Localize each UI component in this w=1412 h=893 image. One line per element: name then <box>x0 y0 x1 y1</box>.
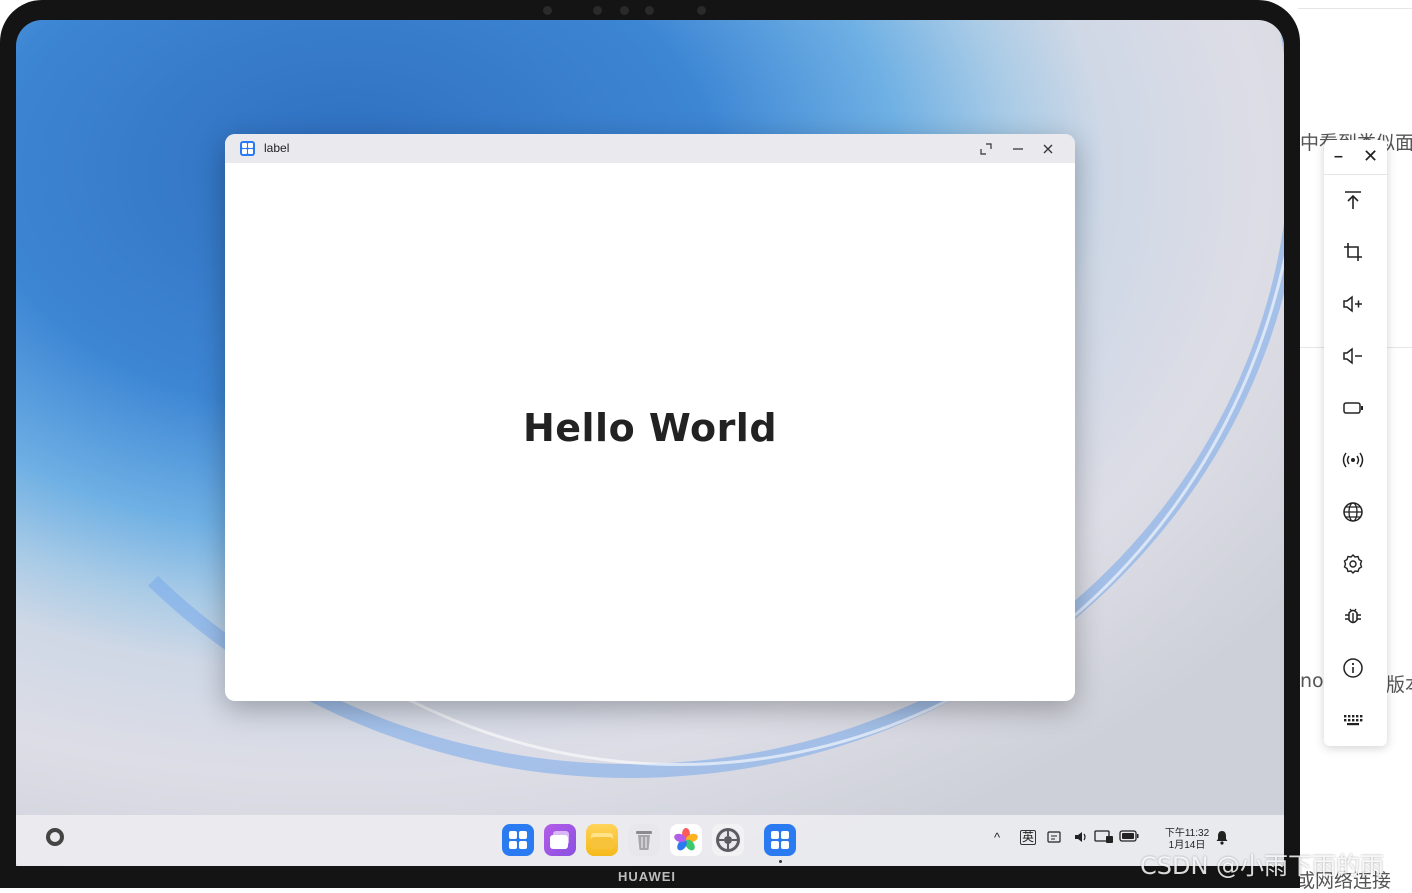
debug-bug-icon[interactable] <box>1340 603 1366 629</box>
window-titlebar[interactable]: label <box>225 134 1075 163</box>
settings-gear-icon[interactable] <box>712 824 744 856</box>
clock-time: 下午11:32 <box>1164 828 1210 839</box>
app-window[interactable]: label Hello World <box>225 134 1075 701</box>
info-icon[interactable] <box>1340 655 1366 681</box>
device-brand-logo: HUAWEI <box>618 869 676 884</box>
volume-down-icon[interactable] <box>1340 343 1366 369</box>
restore-icon <box>980 143 992 155</box>
taskbar: ^ 英 下午11:32 1月14日 <box>16 815 1284 866</box>
clipboard-icon[interactable] <box>1046 830 1062 847</box>
running-indicator <box>779 860 782 863</box>
app-center-icon[interactable] <box>502 824 534 856</box>
go-to-top-icon[interactable] <box>1340 187 1366 213</box>
input-method-indicator[interactable]: 英 <box>1020 830 1037 845</box>
recycle-bin-icon[interactable] <box>628 824 660 856</box>
toolbar-minimize-button[interactable]: – <box>1334 148 1343 166</box>
globe-icon[interactable] <box>1340 499 1366 525</box>
toolbar-close-button[interactable]: ✕ <box>1363 146 1378 167</box>
tray-expand-chevron[interactable]: ^ <box>994 830 1000 845</box>
display-network-icon[interactable] <box>1094 830 1114 847</box>
battery-icon[interactable] <box>1119 830 1139 845</box>
app-grid-icon <box>240 141 255 156</box>
minimize-button[interactable] <box>1007 138 1029 160</box>
sensor-dot <box>620 6 629 15</box>
running-app-icon[interactable] <box>764 824 796 856</box>
hello-label: Hello World <box>522 406 778 450</box>
files-icon[interactable] <box>586 824 618 856</box>
emulator-toolbar: – ✕ <box>1324 140 1387 746</box>
sensor-dot <box>593 6 602 15</box>
background-divider <box>1298 8 1412 9</box>
multi-window-icon[interactable] <box>544 824 576 856</box>
start-button[interactable] <box>46 828 64 846</box>
camera-lens <box>645 6 654 15</box>
close-button[interactable] <box>1037 138 1059 160</box>
csdn-watermark: CSDN @小雨下雨的雨 <box>1140 852 1385 880</box>
background-text-mid-right: 版本 <box>1386 674 1412 696</box>
wireless-signal-icon[interactable] <box>1340 447 1366 473</box>
settings-icon[interactable] <box>1340 551 1366 577</box>
crop-screenshot-icon[interactable] <box>1340 239 1366 265</box>
volume-icon[interactable] <box>1073 830 1089 847</box>
battery-toggle-icon[interactable] <box>1340 395 1366 421</box>
close-icon <box>1043 144 1053 154</box>
sensor-dot <box>543 6 552 15</box>
restore-button[interactable] <box>975 138 997 160</box>
sensor-dot <box>697 6 706 15</box>
gallery-icon[interactable] <box>670 824 702 856</box>
volume-up-icon[interactable] <box>1340 291 1366 317</box>
toolbar-header: – ✕ <box>1324 140 1387 175</box>
minimize-icon <box>1013 148 1023 150</box>
window-title: label <box>264 141 290 155</box>
keyboard-icon[interactable] <box>1340 707 1366 733</box>
